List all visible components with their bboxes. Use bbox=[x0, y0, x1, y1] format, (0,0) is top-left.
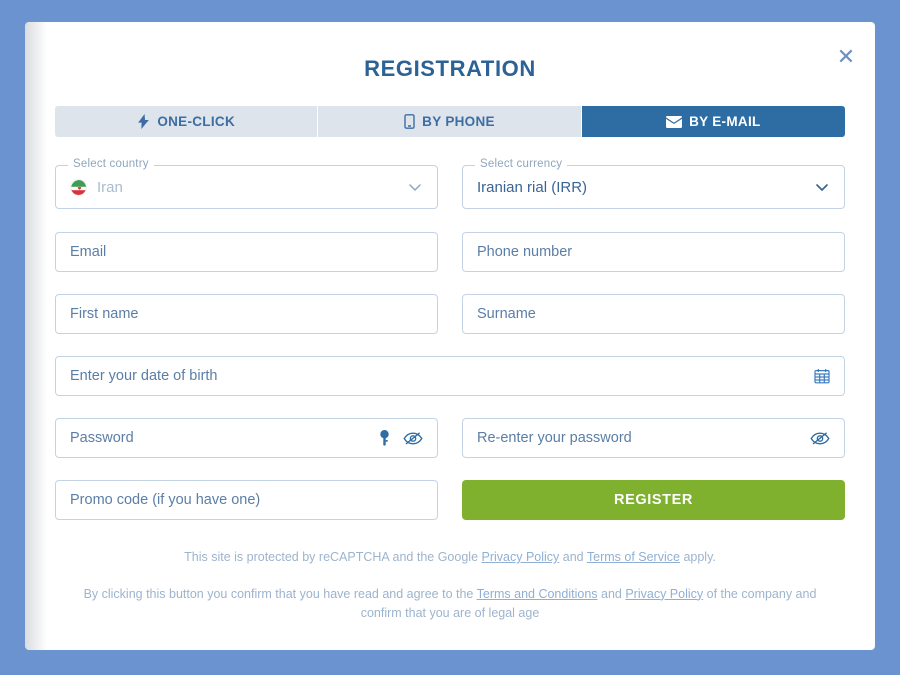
country-select-label: Select country bbox=[68, 158, 154, 170]
surname-field-wrap: Surname bbox=[462, 294, 845, 334]
lightning-bolt-icon bbox=[137, 114, 150, 129]
chevron-down-icon bbox=[407, 179, 423, 195]
email-field-wrap: Email bbox=[55, 232, 438, 272]
password-repeat-field-wrap: Re-enter your password bbox=[462, 418, 845, 458]
currency-field-wrap: Select currency Iranian rial (IRR) bbox=[462, 158, 845, 209]
terms-text-part2: and bbox=[597, 586, 626, 601]
phone-field[interactable]: Phone number bbox=[462, 232, 845, 272]
key-icon[interactable] bbox=[378, 430, 391, 446]
chevron-down-icon bbox=[814, 179, 830, 195]
iran-flag-icon bbox=[70, 178, 87, 196]
toggle-password-visibility-icon[interactable] bbox=[810, 431, 830, 446]
birth-date-field-wrap: Enter your date of birth bbox=[55, 356, 845, 396]
surname-field[interactable]: Surname bbox=[462, 294, 845, 334]
first-name-placeholder: First name bbox=[70, 306, 139, 322]
promo-code-field-wrap: Promo code (if you have one) bbox=[55, 480, 438, 520]
password-field-wrap: Password bbox=[55, 418, 438, 458]
terms-notice: By clicking this button you confirm that… bbox=[55, 585, 845, 623]
register-button[interactable]: REGISTER bbox=[462, 480, 845, 520]
promo-code-placeholder: Promo code (if you have one) bbox=[70, 492, 261, 508]
registration-form: ONE-CLICK BY PHONE BY E-MAIL Select coun… bbox=[25, 106, 875, 622]
envelope-icon bbox=[666, 115, 683, 128]
registration-modal: ✕ REGISTRATION ONE-CLICK BY PHONE BY E-M… bbox=[25, 22, 875, 650]
register-button-wrap: REGISTER bbox=[462, 480, 845, 520]
country-field-wrap: Select country Iran bbox=[55, 158, 438, 209]
phone-placeholder: Phone number bbox=[477, 244, 573, 260]
country-select[interactable]: Select country Iran bbox=[55, 158, 438, 209]
birth-date-row: Enter your date of birth bbox=[55, 356, 845, 396]
recaptcha-notice: This site is protected by reCAPTCHA and … bbox=[55, 548, 845, 567]
google-terms-of-service-link[interactable]: Terms of Service bbox=[587, 550, 680, 564]
password-repeat-placeholder: Re-enter your password bbox=[477, 430, 632, 446]
email-placeholder: Email bbox=[70, 244, 107, 260]
surname-placeholder: Surname bbox=[477, 306, 536, 322]
password-repeat-field[interactable]: Re-enter your password bbox=[462, 418, 845, 458]
first-name-field[interactable]: First name bbox=[55, 294, 438, 334]
tab-one-click-label: ONE-CLICK bbox=[157, 114, 236, 129]
birth-date-field[interactable]: Enter your date of birth bbox=[55, 356, 845, 396]
password-row: Password Re-enter your password bbox=[55, 418, 845, 458]
first-name-field-wrap: First name bbox=[55, 294, 438, 334]
page-title: REGISTRATION bbox=[364, 56, 536, 81]
registration-method-tabs: ONE-CLICK BY PHONE BY E-MAIL bbox=[55, 106, 845, 137]
birth-date-placeholder: Enter your date of birth bbox=[70, 368, 218, 384]
phone-field-wrap: Phone number bbox=[462, 232, 845, 272]
currency-select[interactable]: Select currency Iranian rial (IRR) bbox=[462, 158, 845, 209]
recaptcha-text-part3: apply. bbox=[679, 550, 716, 564]
name-row: First name Surname bbox=[55, 294, 845, 334]
password-placeholder: Password bbox=[70, 430, 134, 446]
submit-row: Promo code (if you have one) REGISTER bbox=[55, 480, 845, 520]
locale-row: Select country Iran Select currency Iran… bbox=[55, 158, 845, 209]
tab-by-phone-label: BY PHONE bbox=[422, 114, 495, 129]
recaptcha-text-part2: and bbox=[559, 550, 587, 564]
promo-code-field[interactable]: Promo code (if you have one) bbox=[55, 480, 438, 520]
currency-select-value: Iranian rial (IRR) bbox=[477, 178, 588, 196]
contact-row: Email Phone number bbox=[55, 232, 845, 272]
terms-text-part1: By clicking this button you confirm that… bbox=[83, 586, 477, 601]
terms-and-conditions-link[interactable]: Terms and Conditions bbox=[477, 587, 598, 601]
password-field[interactable]: Password bbox=[55, 418, 438, 458]
email-field[interactable]: Email bbox=[55, 232, 438, 272]
recaptcha-text-part1: This site is protected by reCAPTCHA and … bbox=[184, 550, 482, 564]
tab-one-click[interactable]: ONE-CLICK bbox=[55, 106, 319, 137]
company-privacy-policy-link[interactable]: Privacy Policy bbox=[625, 587, 703, 601]
google-privacy-policy-link[interactable]: Privacy Policy bbox=[482, 550, 560, 564]
mobile-phone-icon bbox=[404, 114, 415, 129]
close-button[interactable]: ✕ bbox=[833, 44, 859, 70]
currency-select-label: Select currency bbox=[475, 158, 568, 170]
tab-by-email[interactable]: BY E-MAIL bbox=[581, 106, 845, 137]
tab-by-phone[interactable]: BY PHONE bbox=[318, 106, 582, 137]
tab-by-email-label: BY E-MAIL bbox=[689, 114, 761, 129]
country-select-value: Iran bbox=[97, 178, 123, 196]
toggle-password-visibility-icon[interactable] bbox=[403, 431, 423, 446]
calendar-icon[interactable] bbox=[814, 368, 830, 384]
